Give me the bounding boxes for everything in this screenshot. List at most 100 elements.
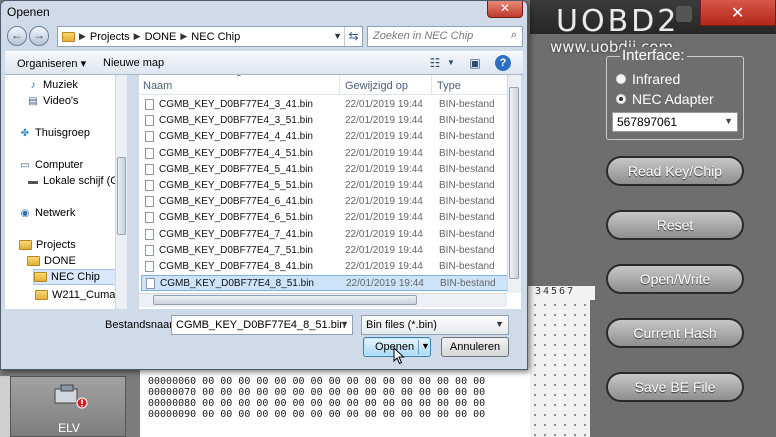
nav-item-netwerk[interactable]: ◉ Netwerk bbox=[19, 205, 76, 221]
hex-view[interactable]: 00000060 00 00 00 00 00 00 00 00 00 00 0… bbox=[140, 368, 530, 437]
elv-label: ELV bbox=[58, 421, 80, 435]
folder-icon bbox=[27, 256, 40, 266]
file-row[interactable]: CGMB_KEY_D0BF77E4_6_41.bin 22/01/2019 19:… bbox=[141, 194, 509, 210]
preview-pane-icon[interactable]: ▣ bbox=[467, 55, 483, 71]
address-bar[interactable]: ▶ Projects ▶ DONE ▶ NEC Chip ▼ ⇆ bbox=[57, 26, 363, 47]
file-row[interactable]: CGMB_KEY_D0BF77E4_4_41.bin 22/01/2019 19:… bbox=[141, 129, 509, 145]
file-icon bbox=[145, 163, 154, 175]
breadcrumb-projects[interactable]: Projects bbox=[90, 31, 130, 43]
file-row[interactable]: CGMB_KEY_D0BF77E4_3_51.bin 22/01/2019 19:… bbox=[141, 113, 509, 129]
breadcrumb-done[interactable]: DONE bbox=[145, 31, 177, 43]
nav-item-local-disk[interactable]: ▬ Lokale schijf (C:) bbox=[27, 173, 125, 189]
file-type-value: Bin files (*.bin) bbox=[366, 319, 437, 331]
nav-item-label: NEC Chip bbox=[51, 271, 100, 283]
current-hash-button[interactable]: Current Hash bbox=[606, 318, 744, 348]
file-row[interactable]: CGMB_KEY_D0BF77E4_3_41.bin 22/01/2019 19:… bbox=[141, 97, 509, 113]
file-date: 22/01/2019 19:44 bbox=[345, 261, 423, 272]
refresh-icon[interactable]: ⇆ bbox=[344, 27, 362, 46]
horizontal-scrollbar-thumb[interactable] bbox=[153, 295, 417, 305]
nav-item-computer[interactable]: ▭ Computer bbox=[19, 157, 83, 173]
file-type: BIN-bestand bbox=[439, 131, 495, 143]
nav-item-thuisgroep[interactable]: ✤ Thuisgroep bbox=[19, 125, 90, 141]
file-name: CGMB_KEY_D0BF77E4_6_41.bin bbox=[159, 196, 313, 208]
column-date[interactable]: Gewijzigd op bbox=[345, 80, 408, 92]
file-type: BIN-bestand bbox=[440, 278, 496, 290]
read-key-chip-button[interactable]: Read Key/Chip bbox=[606, 156, 744, 186]
chevron-down-icon[interactable]: ▼ bbox=[421, 341, 430, 351]
nav-item-label: Video's bbox=[43, 95, 79, 107]
chevron-down-icon[interactable]: ▼ bbox=[333, 31, 342, 41]
search-input[interactable]: Zoeken in NEC Chip ⌕ bbox=[367, 26, 523, 47]
chevron-down-icon[interactable]: ▼ bbox=[340, 319, 349, 329]
hex-line: 00000070 00 00 00 00 00 00 00 00 00 00 0… bbox=[148, 387, 486, 398]
file-icon bbox=[145, 115, 154, 127]
organize-button[interactable]: Organiseren ▾ bbox=[17, 57, 86, 70]
filename-value: CGMB_KEY_D0BF77E4_8_51.bin bbox=[176, 319, 346, 331]
nav-item-videos[interactable]: ▤ Video's bbox=[27, 93, 79, 109]
file-name: CGMB_KEY_D0BF77E4_8_41.bin bbox=[159, 261, 313, 272]
back-button[interactable]: ← bbox=[7, 26, 27, 46]
video-icon: ▤ bbox=[28, 95, 38, 107]
side-strip bbox=[0, 376, 10, 437]
forward-button[interactable]: → bbox=[29, 26, 49, 46]
nav-item-nec-chip[interactable]: NEC Chip bbox=[33, 269, 117, 285]
nav-scrollbar-thumb[interactable] bbox=[117, 157, 126, 235]
nav-item-w211[interactable]: W211_Cumaali bbox=[35, 287, 126, 303]
chevron-down-icon[interactable]: ▼ bbox=[443, 55, 459, 71]
dialog-close-button[interactable]: ✕ bbox=[487, 1, 523, 18]
chevron-down-icon: ▼ bbox=[495, 319, 504, 329]
chip-id-value: 567897061 bbox=[617, 115, 678, 129]
nav-item-label: Projects bbox=[36, 239, 76, 251]
file-date: 22/01/2019 19:44 bbox=[345, 180, 423, 191]
file-type-select[interactable]: Bin files (*.bin) ▼ bbox=[361, 315, 509, 335]
close-icon: ✕ bbox=[731, 5, 745, 22]
filename-input[interactable]: CGMB_KEY_D0BF77E4_8_51.bin ▼ bbox=[171, 315, 353, 335]
chip-id-select[interactable]: 567897061 ▼ bbox=[612, 112, 738, 132]
breadcrumb-nec-chip[interactable]: NEC Chip bbox=[191, 31, 240, 43]
new-folder-button[interactable]: Nieuwe map bbox=[103, 57, 164, 69]
nav-item-label: Netwerk bbox=[35, 207, 76, 219]
open-file-dialog: Openen ✕ ← → ▶ Projects ▶ DONE ▶ NEC Chi… bbox=[0, 0, 528, 370]
file-icon bbox=[145, 147, 154, 159]
column-divider[interactable] bbox=[431, 75, 432, 95]
column-divider[interactable] bbox=[339, 75, 340, 95]
file-type: BIN-bestand bbox=[439, 196, 495, 208]
file-row[interactable]: CGMB_KEY_D0BF77E4_5_51.bin 22/01/2019 19:… bbox=[141, 178, 509, 194]
file-row[interactable]: CGMB_KEY_D0BF77E4_7_41.bin 22/01/2019 19:… bbox=[141, 227, 509, 243]
vertical-scrollbar-thumb[interactable] bbox=[509, 87, 519, 279]
hex-line: 00000060 00 00 00 00 00 00 00 00 00 00 0… bbox=[148, 376, 486, 387]
app-close-button[interactable]: ✕ bbox=[700, 0, 776, 26]
search-placeholder: Zoeken in NEC Chip bbox=[373, 30, 474, 42]
nav-item-projects[interactable]: Projects bbox=[19, 237, 76, 253]
file-date: 22/01/2019 19:44 bbox=[345, 131, 423, 143]
file-row[interactable]: CGMB_KEY_D0BF77E4_5_41.bin 22/01/2019 19:… bbox=[141, 162, 509, 178]
nav-item-muziek[interactable]: ♪ Muziek bbox=[27, 77, 78, 93]
folder-icon bbox=[34, 272, 47, 282]
file-name: CGMB_KEY_D0BF77E4_6_51.bin bbox=[159, 212, 313, 224]
help-icon[interactable]: ? bbox=[495, 55, 511, 71]
file-name: CGMB_KEY_D0BF77E4_5_41.bin bbox=[159, 163, 313, 175]
save-be-file-button[interactable]: Save BE File bbox=[606, 372, 744, 402]
view-options-icon[interactable]: ☷ bbox=[427, 55, 443, 71]
file-row[interactable]: CGMB_KEY_D0BF77E4_8_51.bin 22/01/2019 19:… bbox=[141, 275, 509, 292]
file-name: CGMB_KEY_D0BF77E4_3_51.bin bbox=[159, 115, 313, 127]
elv-module[interactable]: ELV bbox=[10, 376, 126, 437]
column-name[interactable]: Naam bbox=[143, 80, 172, 92]
open-write-button[interactable]: Open/Write bbox=[606, 264, 744, 294]
reset-button[interactable]: Reset bbox=[606, 210, 744, 240]
hex-line: 00000080 00 00 00 00 00 00 00 00 00 00 0… bbox=[148, 398, 486, 409]
file-row[interactable]: CGMB_KEY_D0BF77E4_7_51.bin 22/01/2019 19:… bbox=[141, 243, 509, 259]
radio-icon bbox=[616, 74, 626, 84]
cancel-button[interactable]: Annuleren bbox=[441, 337, 509, 357]
file-name: CGMB_KEY_D0BF77E4_4_41.bin bbox=[159, 131, 313, 143]
file-row[interactable]: CGMB_KEY_D0BF77E4_8_41.bin 22/01/2019 19:… bbox=[141, 259, 509, 275]
nav-item-done[interactable]: DONE bbox=[27, 253, 76, 269]
file-icon bbox=[145, 261, 154, 272]
file-row[interactable]: CGMB_KEY_D0BF77E4_4_51.bin 22/01/2019 19:… bbox=[141, 146, 509, 162]
radio-infrared[interactable]: Infrared bbox=[616, 71, 680, 87]
column-type[interactable]: Type bbox=[437, 80, 461, 92]
file-row[interactable]: CGMB_KEY_D0BF77E4_6_51.bin 22/01/2019 19:… bbox=[141, 210, 509, 226]
radio-nec-adapter[interactable]: NEC Adapter bbox=[616, 91, 714, 107]
file-type: BIN-bestand bbox=[439, 228, 495, 240]
file-date: 22/01/2019 19:44 bbox=[345, 147, 423, 159]
